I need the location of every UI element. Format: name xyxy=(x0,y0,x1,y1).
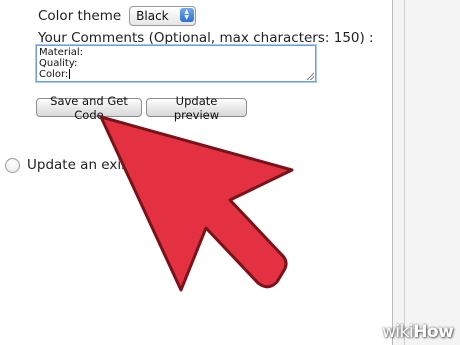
color-theme-row: Color theme Black ▲ ▼ xyxy=(38,6,196,26)
update-existing-option[interactable]: Update an exis xyxy=(5,157,128,173)
watermark-how: How xyxy=(413,322,454,342)
form-page: Color theme Black ▲ ▼ Your Comments (Opti… xyxy=(0,0,393,345)
color-theme-label: Color theme xyxy=(38,8,122,24)
resize-grip-icon[interactable] xyxy=(307,73,314,80)
wikihow-watermark: wikiHow xyxy=(382,322,454,342)
up-down-chevron-icon: ▲ ▼ xyxy=(179,8,194,22)
text-caret xyxy=(69,69,71,79)
panel-divider xyxy=(404,0,405,345)
comments-line-text: Color: xyxy=(39,69,69,80)
comments-line-current: Color: xyxy=(39,69,313,80)
update-existing-label: Update an exis xyxy=(27,157,129,173)
comments-line: Quality: xyxy=(39,58,78,69)
color-theme-value: Black xyxy=(136,9,169,23)
radio-button[interactable] xyxy=(5,157,20,173)
color-theme-select[interactable]: Black ▲ ▼ xyxy=(129,6,196,26)
update-preview-button[interactable]: Update preview xyxy=(146,94,247,122)
comments-label: Your Comments (Optional, max characters:… xyxy=(38,30,374,46)
comments-line: Material: xyxy=(39,47,83,58)
watermark-wiki: wiki xyxy=(382,322,414,342)
comments-textarea[interactable]: Material: Quality: Color: xyxy=(36,45,316,82)
save-and-get-code-button[interactable]: Save and Get Code xyxy=(36,94,142,122)
